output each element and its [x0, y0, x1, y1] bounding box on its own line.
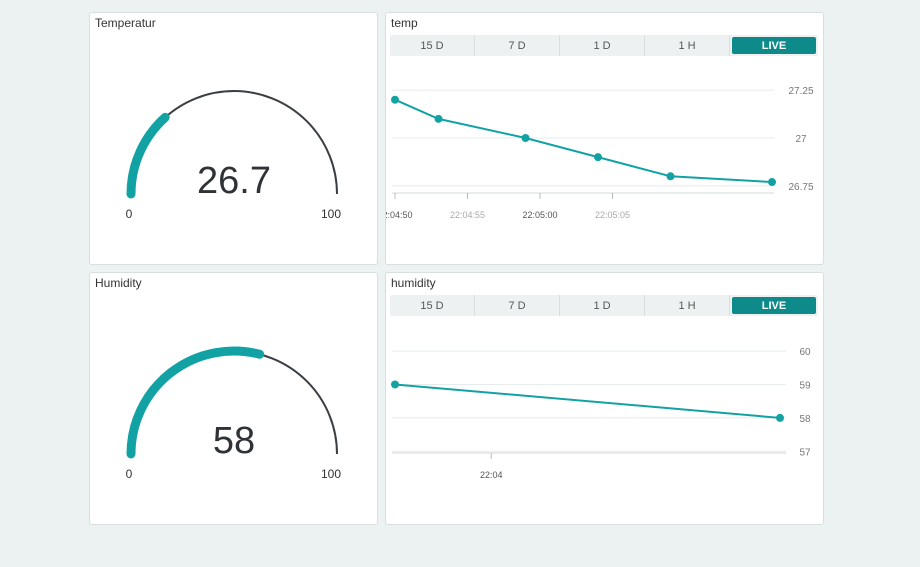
series-line: [394, 98, 773, 184]
y-tick-label: 26.75: [788, 182, 813, 193]
humidity-line-chart: 60 59 58 57 22:04: [391, 347, 811, 480]
x-tick-label: 22:05:05: [595, 210, 630, 220]
temperature-gauge-card: Temperatur 26.7 0 100: [89, 12, 378, 265]
y-tick-label: 59: [799, 380, 811, 391]
y-tick-label: 60: [799, 347, 811, 358]
x-tick-label: 22:05:00: [522, 210, 557, 220]
y-tick-label: 27.25: [788, 86, 813, 97]
x-tick-label: 22:04: [480, 470, 503, 480]
gauge-max-label: 100: [321, 467, 341, 481]
data-point: [434, 114, 443, 123]
y-tick-label: 27: [795, 134, 807, 145]
series-line: [394, 383, 781, 419]
gauge-fill: [126, 112, 170, 199]
x-tick-label: 22:04:50: [386, 210, 413, 220]
y-tick-label: 58: [799, 414, 811, 425]
gauge-min-label: 0: [126, 467, 133, 481]
humidity-chart-card: humidity 15 D 7 D 1 D 1 H LIVE 60 59 58 57 2…: [385, 272, 824, 525]
data-point: [391, 380, 399, 389]
humidity-gauge: 58 0 100: [126, 346, 341, 481]
data-point: [666, 172, 675, 181]
gauge-max-label: 100: [321, 207, 341, 221]
humidity-gauge-card: Humidity 58 0 100: [89, 272, 378, 525]
gauge-value: 26.7: [197, 160, 271, 202]
temperature-gauge: 26.7 0 100: [126, 90, 341, 221]
data-point: [521, 134, 530, 142]
data-point: [391, 95, 399, 104]
gauge-min-label: 0: [126, 207, 133, 221]
temperature-chart-card: temp 15 D 7 D 1 D 1 H LIVE 27.252726.752…: [385, 12, 824, 265]
gauge-value: 58: [213, 420, 255, 462]
data-point: [776, 413, 784, 422]
data-point: [594, 153, 602, 162]
temperature-line-chart: 27.25 27 26.75 22:04:50 22:04:55 22:05:00 22:0…: [386, 86, 814, 220]
y-tick-label: 57: [799, 447, 811, 458]
data-point: [768, 178, 776, 187]
x-tick-label: 22:04:55: [450, 210, 485, 220]
